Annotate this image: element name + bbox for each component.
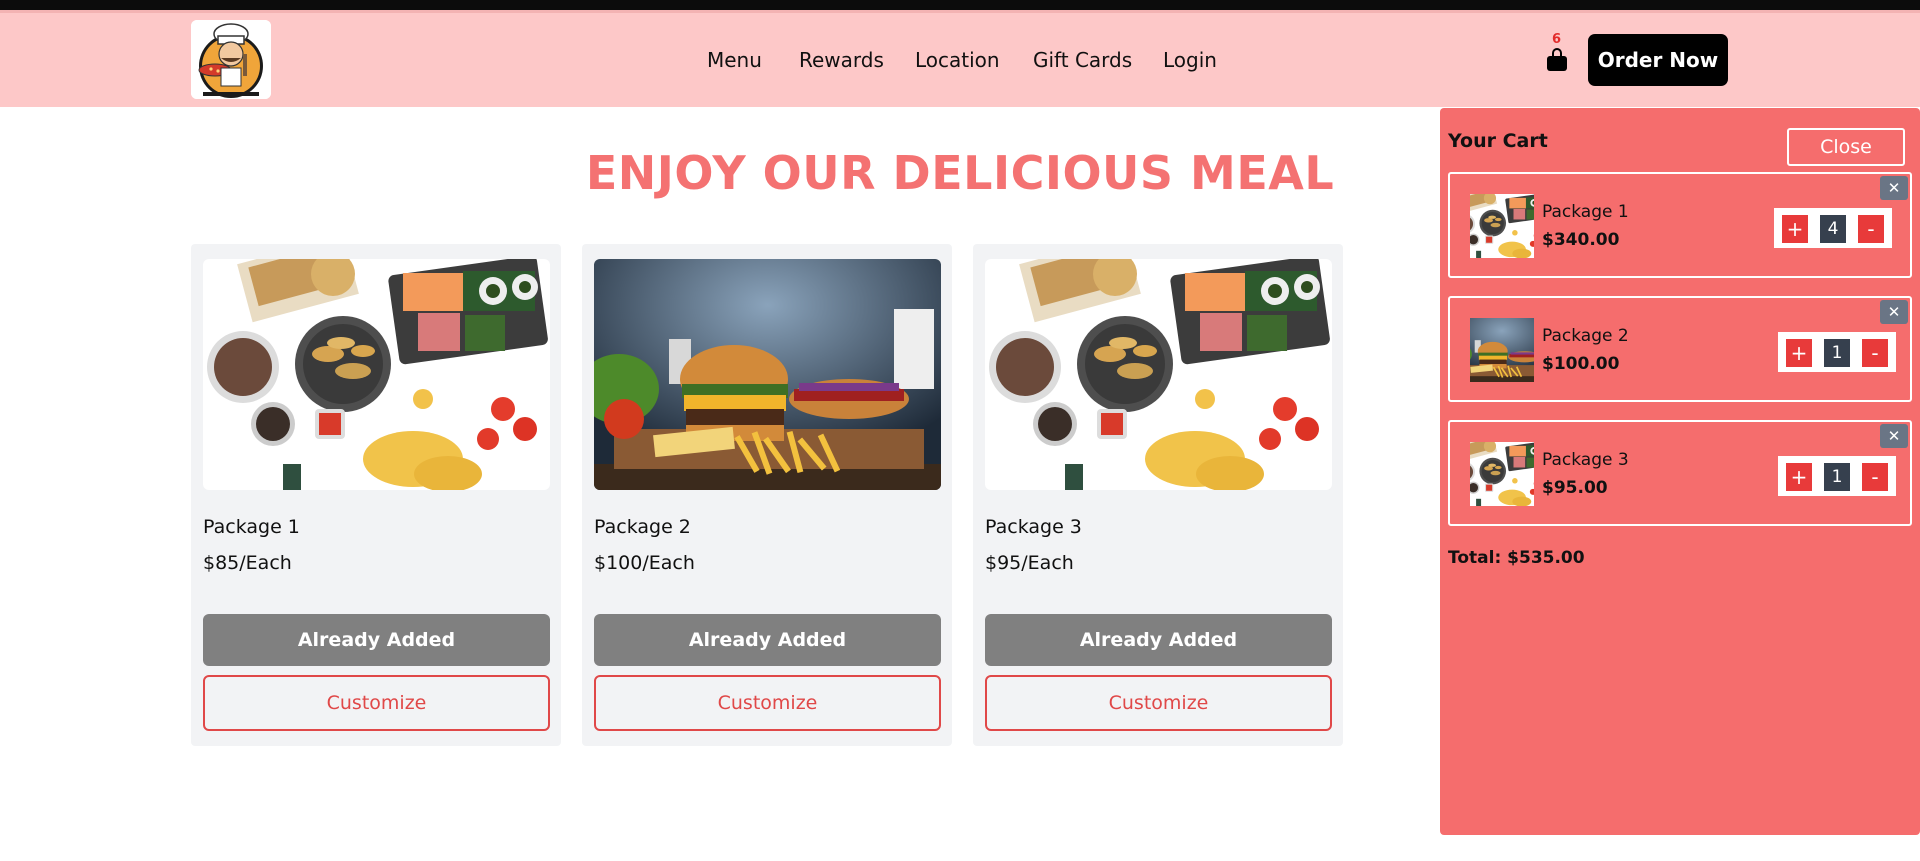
cart-item-price: $340.00: [1542, 230, 1620, 250]
quantity-stepper: + 4 -: [1774, 208, 1892, 248]
product-image: [985, 259, 1332, 490]
product-card: Package 3 $95/Each Already Added Customi…: [973, 244, 1343, 746]
nav-gift-cards[interactable]: Gift Cards: [1033, 48, 1132, 72]
remove-item-button[interactable]: ✕: [1880, 176, 1908, 200]
product-image: [203, 259, 550, 490]
product-price: $95/Each: [985, 552, 1074, 574]
quantity-value: 4: [1820, 215, 1846, 243]
quantity-value: 1: [1824, 463, 1850, 491]
food-spread-image: [1470, 442, 1534, 506]
cart-button[interactable]: 6: [1544, 32, 1570, 74]
page-title: ENJOY OUR DELICIOUS MEAL: [585, 146, 1335, 200]
cart-title: Your Cart: [1448, 130, 1548, 152]
already-added-button[interactable]: Already Added: [594, 614, 941, 666]
top-dark-bar: [0, 0, 1920, 10]
already-added-button[interactable]: Already Added: [203, 614, 550, 666]
decrease-qty-button[interactable]: -: [1862, 339, 1888, 367]
quantity-value: 1: [1824, 339, 1850, 367]
cart-item-thumbnail: [1470, 194, 1534, 258]
cart-item-name: Package 1: [1542, 202, 1629, 222]
food-spread-image: [1470, 194, 1534, 258]
chef-logo[interactable]: [191, 20, 271, 99]
product-name: Package 3: [985, 516, 1082, 538]
product-card: Package 2 $100/Each Already Added Custom…: [582, 244, 952, 746]
nav-rewards[interactable]: Rewards: [799, 48, 884, 72]
already-added-button[interactable]: Already Added: [985, 614, 1332, 666]
increase-qty-button[interactable]: +: [1786, 339, 1812, 367]
product-name: Package 1: [203, 516, 300, 538]
cart-panel: Your Cart Close ✕ Package 1 $340.00 + 4 …: [1440, 108, 1920, 835]
cart-item-price: $100.00: [1542, 354, 1620, 374]
quantity-stepper: + 1 -: [1778, 332, 1896, 372]
cart-item-name: Package 2: [1542, 326, 1629, 346]
nav-menu[interactable]: Menu: [707, 48, 762, 72]
cart-item-thumbnail: [1470, 318, 1534, 382]
burger-meal-image: [594, 259, 941, 490]
shopping-bag-icon: [1547, 48, 1567, 71]
increase-qty-button[interactable]: +: [1782, 215, 1808, 243]
remove-item-button[interactable]: ✕: [1880, 424, 1908, 448]
decrease-qty-button[interactable]: -: [1858, 215, 1884, 243]
order-now-button[interactable]: Order Now: [1588, 34, 1728, 86]
product-price: $85/Each: [203, 552, 292, 574]
decrease-qty-button[interactable]: -: [1862, 463, 1888, 491]
product-name: Package 2: [594, 516, 691, 538]
cart-item: ✕ Package 1 $340.00 + 4 -: [1448, 172, 1912, 278]
customize-button[interactable]: Customize: [203, 675, 550, 731]
cart-item-price: $95.00: [1542, 478, 1608, 498]
remove-item-button[interactable]: ✕: [1880, 300, 1908, 324]
product-price: $100/Each: [594, 552, 695, 574]
nav-location[interactable]: Location: [915, 48, 1000, 72]
close-cart-button[interactable]: Close: [1787, 128, 1905, 166]
nav-login[interactable]: Login: [1163, 48, 1217, 72]
cart-item-name: Package 3: [1542, 450, 1629, 470]
product-card: Package 1 $85/Each Already Added Customi…: [191, 244, 561, 746]
cart-item-thumbnail: [1470, 442, 1534, 506]
cart-item: ✕ Package 2 $100.00 + 1 -: [1448, 296, 1912, 402]
cart-count-badge: 6: [1552, 32, 1562, 47]
food-spread-image: [985, 259, 1332, 490]
increase-qty-button[interactable]: +: [1786, 463, 1812, 491]
quantity-stepper: + 1 -: [1778, 456, 1896, 496]
chef-logo-icon: [191, 20, 271, 99]
cart-item: ✕ Package 3 $95.00 + 1 -: [1448, 420, 1912, 526]
customize-button[interactable]: Customize: [594, 675, 941, 731]
cart-total: Total: $535.00: [1448, 548, 1585, 568]
food-spread-image: [203, 259, 550, 490]
product-image: [594, 259, 941, 490]
burger-meal-image: [1470, 318, 1534, 382]
customize-button[interactable]: Customize: [985, 675, 1332, 731]
